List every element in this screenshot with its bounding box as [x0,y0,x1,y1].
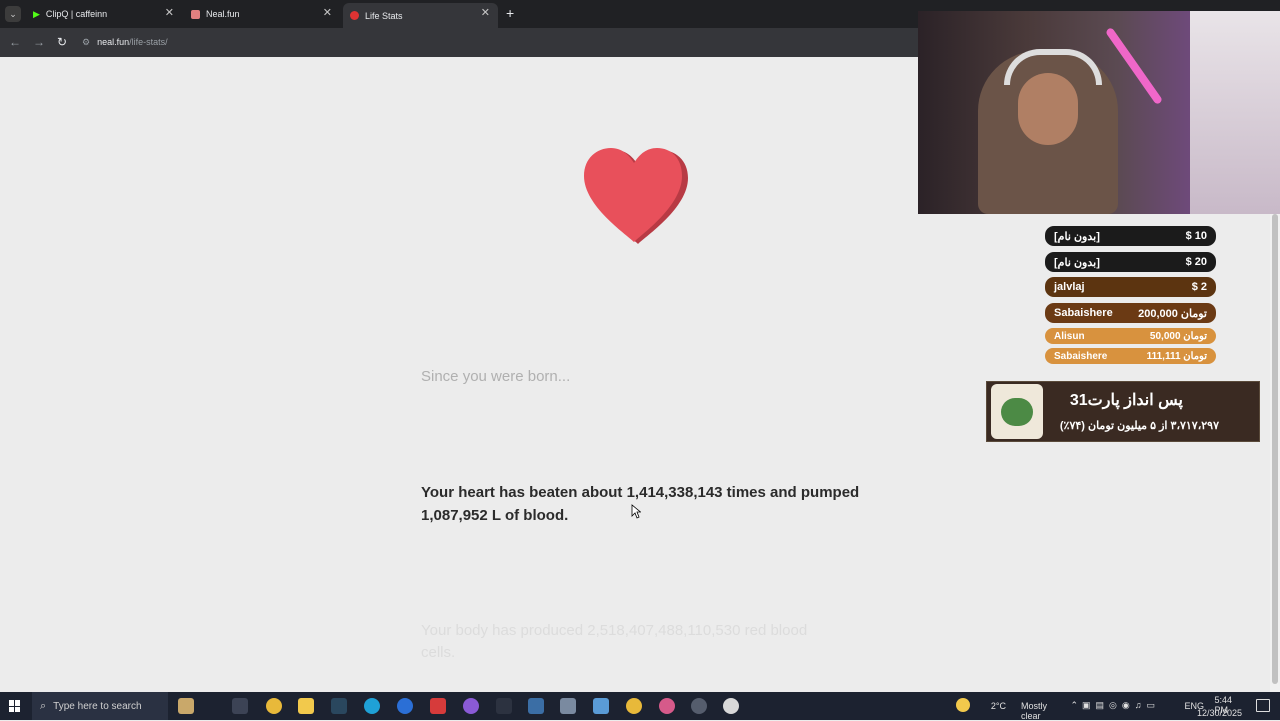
streamer-webcam [918,11,1280,214]
app-monitor-icon[interactable] [593,698,609,714]
shelf-decor [1190,11,1280,214]
site-info-icon[interactable]: ⚙ [82,37,90,48]
taskbar-search-box[interactable]: ⌕ Type here to search [32,692,168,720]
page-scrollbar[interactable] [1270,214,1280,692]
tab-life-stats[interactable]: Life Stats ✕ [343,3,498,28]
tab-clipq[interactable]: ▶ ClipQ | caffeinn ✕ [26,0,182,28]
widgets-icon[interactable] [178,698,194,714]
donor-name: [بدون نام] [1054,256,1100,269]
donation-amount: 200,000 تومان [1138,307,1207,320]
close-tab-icon[interactable]: ✕ [323,8,332,19]
chrome-icon[interactable] [266,698,282,714]
donation-amount: 111,111 تومان [1146,350,1207,362]
chrome-profile-icon[interactable] [659,698,675,714]
app-blue-icon[interactable] [397,698,413,714]
life-stats-favicon-icon [350,11,359,20]
donation-item: [بدون نام] $ 20 [1045,252,1216,272]
tab-search-button[interactable]: ⌄ [5,6,21,22]
task-view-icon[interactable] [232,698,248,714]
clock-app-icon[interactable] [691,698,707,714]
donation-item: jalvlaj $ 2 [1045,277,1216,297]
weather-temp[interactable]: 2°C [991,701,1006,711]
edge-icon[interactable] [364,698,380,714]
donor-name: Alisun [1054,330,1085,342]
reload-icon[interactable]: ↻ [57,35,67,49]
clock-date[interactable]: 12/30/2025 [1197,708,1242,718]
new-tab-button[interactable]: + [506,5,514,21]
file-explorer-icon[interactable] [298,698,314,714]
nealfun-favicon-icon [191,9,200,19]
steam-icon[interactable] [331,698,347,714]
goal-mascot-icon [991,384,1043,439]
donor-name: [بدون نام] [1054,230,1100,243]
address-bar[interactable]: ⚙ neal.fun /life-stats/ [82,32,922,52]
tab-title: Neal.fun [206,9,240,19]
blood-cells-stat-text: Your body has produced 2,518,407,488,110… [421,622,808,661]
tab-title: ClipQ | caffeinn [45,9,108,19]
windows-start-icon[interactable] [9,700,21,712]
donation-amount: $ 2 [1191,281,1207,293]
app-red-icon[interactable] [430,698,446,714]
donation-item: Alisun 50,000 تومان [1045,328,1216,344]
close-tab-icon[interactable]: ✕ [165,8,174,19]
url-path: /life-stats/ [129,37,168,47]
windows-taskbar: ⌕ Type here to search 2°C Mostly clear ⌃… [0,692,1280,721]
audio-app-icon[interactable] [496,698,512,714]
donation-item: [بدون نام] $ 10 [1045,226,1216,246]
url-domain: neal.fun [97,37,130,47]
app-purple-icon[interactable] [463,698,479,714]
goal-title: پس انداز پارت31 [1069,392,1183,409]
tray-icons[interactable]: ▣▤◎◉♫▭ [1082,700,1160,711]
tab-nealfun[interactable]: Neal.fun ✕ [184,0,340,28]
donor-name: Sabaishere [1054,350,1108,362]
chrome-active-icon[interactable] [626,698,642,714]
scrollbar-thumb[interactable] [1272,214,1278,684]
back-arrow-icon[interactable]: ← [9,35,21,49]
heart-stat-text: Your heart has beaten about 1,414,338,14… [421,484,860,524]
search-icon: ⌕ [40,699,47,712]
donation-amount: 50,000 تومان [1149,330,1207,342]
mouse-cursor-icon [631,504,641,519]
donor-name: Sabaishere [1054,307,1113,319]
face [1018,73,1078,145]
tab-title: Life Stats [365,10,403,21]
donation-amount: $ 20 [1185,256,1207,268]
notification-icon[interactable] [1256,699,1270,712]
weather-moon-icon [956,698,970,712]
app-l-icon[interactable] [528,698,544,714]
media-player-icon[interactable] [723,698,739,714]
tray-chevron-icon[interactable]: ⌃ [1070,700,1078,711]
since-born-heading: Since you were born... [421,368,571,385]
goal-progress: ۳،۷۱۷،۲۹۷ از ۵ میلیون تومان (۷۴٪) [1059,420,1219,432]
search-placeholder: Type here to search [53,700,142,712]
app-window-icon[interactable] [560,698,576,714]
forward-arrow-icon[interactable]: → [33,35,45,49]
weather-desc[interactable]: Mostly clear [1021,701,1047,721]
donor-name: jalvlaj [1054,281,1085,293]
donation-item: Sabaishere 111,111 تومان [1045,348,1216,364]
heart-icon [584,148,688,244]
play-icon: ▶ [33,8,40,19]
donation-item: Sabaishere 200,000 تومان [1045,303,1216,323]
donation-amount: $ 10 [1185,230,1207,242]
donation-goal-widget: پس انداز پارت31 ۳،۷۱۷،۲۹۷ از ۵ میلیون تو… [986,381,1260,442]
close-tab-icon[interactable]: ✕ [481,8,490,19]
